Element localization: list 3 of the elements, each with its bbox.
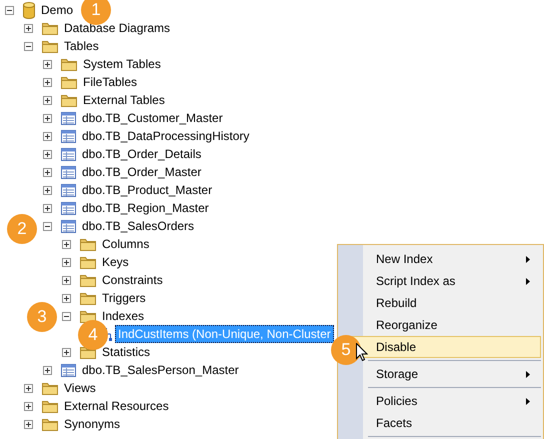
callout-badge: 1 xyxy=(81,0,111,25)
callout-badge: 2 xyxy=(7,214,37,244)
callout-badge: 3 xyxy=(27,302,57,332)
